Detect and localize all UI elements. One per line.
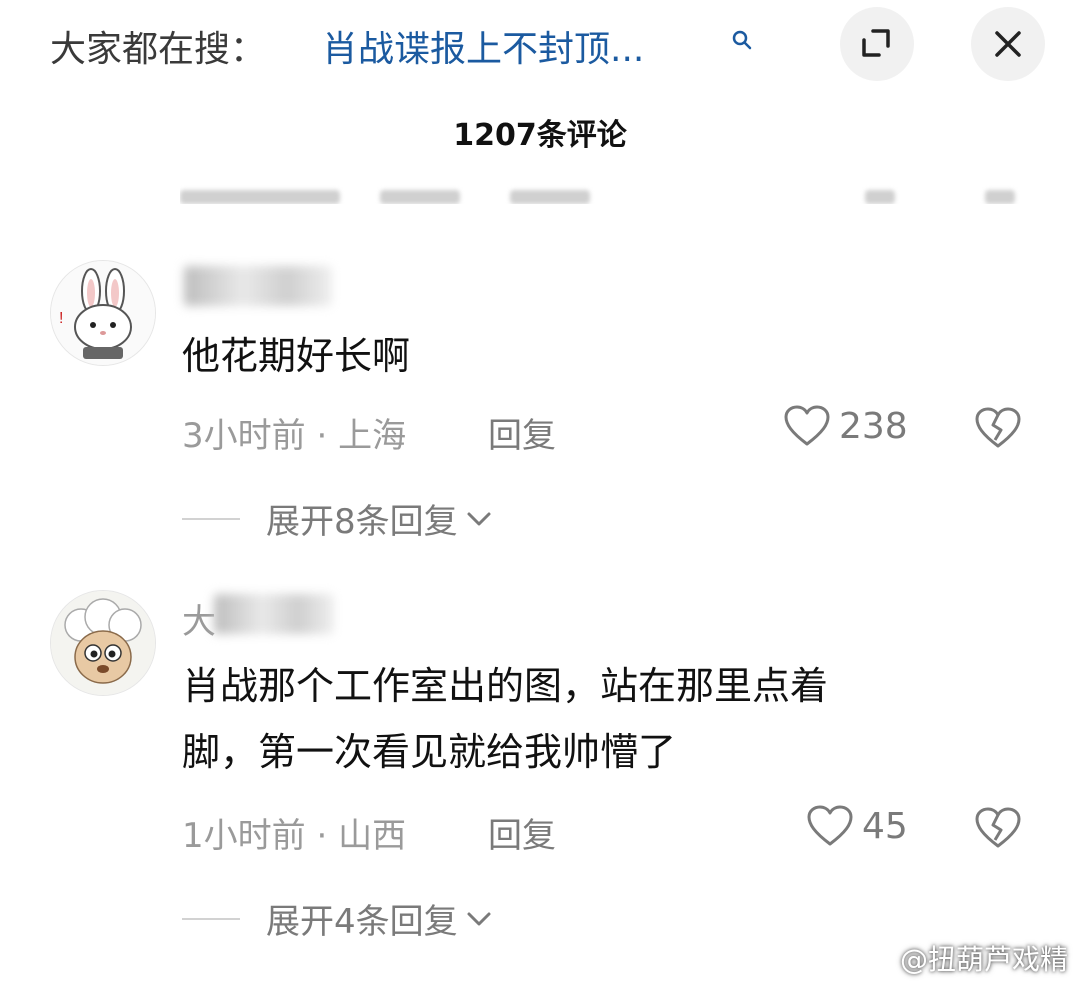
expand-icon xyxy=(862,29,890,57)
broken-heart-icon xyxy=(975,807,1021,848)
comment-item: ! 他花期好长啊 3小时前 · 上海 回复 238 展开8条回复 xyxy=(0,250,1080,550)
meta-separator: · xyxy=(316,416,339,456)
comment-location: 上海 xyxy=(338,416,407,456)
meta-separator: · xyxy=(316,816,339,856)
user-avatar[interactable] xyxy=(50,590,156,696)
bunny-avatar-icon: ! xyxy=(51,261,155,365)
username-blurred xyxy=(214,594,334,634)
like-count: 45 xyxy=(862,805,908,847)
comment-time: 1小时前 xyxy=(182,816,306,856)
comment-meta: 1小时前 · 山西 xyxy=(182,808,406,857)
dislike-button[interactable] xyxy=(974,806,1022,854)
reply-button[interactable]: 回复 xyxy=(488,408,556,457)
like-button[interactable]: 238 xyxy=(783,404,908,448)
username[interactable]: 大 xyxy=(182,594,216,643)
expand-button[interactable] xyxy=(840,7,914,81)
trending-search-link[interactable]: 肖战谍报上不封顶... xyxy=(322,20,644,72)
expand-replies-label: 展开8条回复 xyxy=(266,502,458,542)
comment-text-line2: 脚，第一次看见就给我帅懵了 xyxy=(182,730,677,774)
username-blurred[interactable] xyxy=(184,266,332,306)
comment-meta: 3小时前 · 上海 xyxy=(182,408,406,457)
comment-text: 肖战那个工作室出的图，站在那里点着 xyxy=(182,664,829,708)
weibo-logo-icon xyxy=(858,945,893,973)
heart-icon xyxy=(807,805,853,846)
close-icon xyxy=(995,31,1021,57)
reply-button[interactable]: 回复 xyxy=(488,808,556,857)
sheep-avatar-icon xyxy=(51,591,155,695)
comment-text: 他花期好长啊 xyxy=(182,334,411,378)
like-button[interactable]: 45 xyxy=(806,804,908,848)
comment-time: 3小时前 xyxy=(182,416,306,456)
broken-heart-icon xyxy=(975,407,1021,448)
comment-location: 山西 xyxy=(338,816,407,856)
watermark-text: @扭葫芦戏精 xyxy=(899,943,1068,976)
close-button[interactable] xyxy=(971,7,1045,81)
search-prefix-label: 大家都在搜： xyxy=(50,29,267,70)
divider-line xyxy=(182,917,240,920)
chevron-down-icon xyxy=(467,512,491,525)
dislike-button[interactable] xyxy=(974,406,1022,454)
user-avatar[interactable]: ! xyxy=(50,260,156,366)
chevron-down-icon xyxy=(467,912,491,925)
like-count: 238 xyxy=(839,405,908,447)
heart-icon xyxy=(784,405,830,446)
watermark: @扭葫芦戏精 xyxy=(858,938,1068,978)
expand-replies-button[interactable]: 展开8条回复 xyxy=(182,494,492,543)
comment-item: 大 肖战那个工作室出的图，站在那里点着 脚，第一次看见就给我帅懵了 1小时前 ·… xyxy=(0,580,1080,950)
expand-replies-button[interactable]: 展开4条回复 xyxy=(182,894,492,943)
search-icon[interactable] xyxy=(730,28,754,52)
comment-count-title: 1207条评论 xyxy=(453,118,627,153)
divider-line xyxy=(182,517,240,520)
previous-comment-meta-cutoff xyxy=(180,176,1030,204)
svg-text:!: ! xyxy=(59,310,63,327)
expand-replies-label: 展开4条回复 xyxy=(266,902,458,942)
